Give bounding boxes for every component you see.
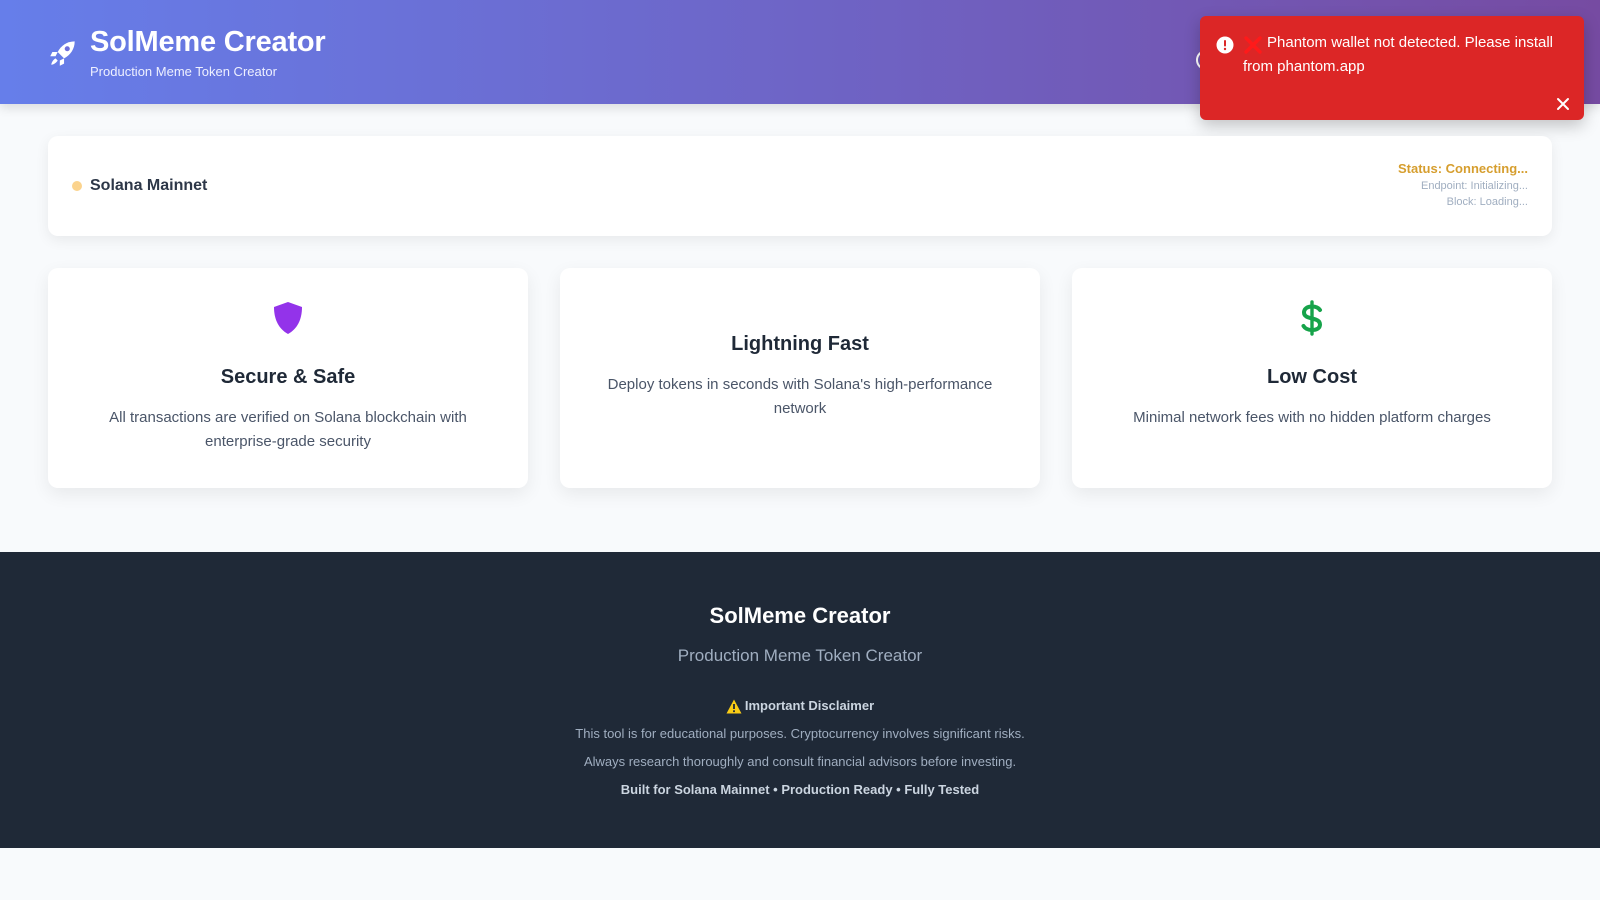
app-title: SolMeme Creator — [90, 26, 326, 58]
endpoint-text: Endpoint: Initializing... — [1420, 180, 1528, 192]
shield-icon — [274, 302, 302, 334]
app-subtitle: Production Meme Token Creator — [90, 64, 277, 79]
toast-message: Phantom wallet not detected. Please inst… — [1243, 34, 1554, 75]
footer-subtitle: Production Meme Token Creator — [677, 646, 923, 665]
warning-icon — [726, 699, 742, 713]
footer-title: SolMeme Creator — [709, 603, 891, 628]
feature-title: Lightning Fast — [731, 333, 869, 355]
feature-description: Deploy tokens in seconds with Solana's h… — [607, 376, 993, 417]
error-toast: Phantom wallet not detected. Please inst… — [1200, 16, 1584, 120]
rocket-icon — [50, 41, 75, 66]
feature-description: Minimal network fees with no hidden plat… — [1133, 409, 1491, 426]
feature-card-low-cost: Low Cost Minimal network fees with no hi… — [1072, 268, 1552, 488]
feature-title: Secure & Safe — [220, 366, 356, 388]
block-text: Block: Loading... — [1446, 196, 1528, 208]
brand[interactable]: SolMeme Creator Production Meme Token Cr… — [46, 24, 326, 81]
disclaimer-heading: Important Disclaimer — [0, 697, 1600, 715]
dollar-icon — [1301, 300, 1323, 336]
network-status: Status: Connecting... Endpoint: Initiali… — [1398, 160, 1528, 210]
alert-circle-icon — [1216, 36, 1234, 54]
disclaimer-line: This tool is for educational purposes. C… — [575, 726, 1025, 741]
feature-card-fast: Lightning Fast Deploy tokens in seconds … — [560, 268, 1040, 488]
disclaimer-title: Important Disclaimer — [744, 698, 875, 713]
page-footer: SolMeme Creator Production Meme Token Cr… — [0, 552, 1600, 848]
feature-card-secure: Secure & Safe All transactions are verif… — [48, 268, 528, 488]
status-text: Status: Connecting... — [1398, 161, 1528, 176]
disclaimer-line: Always research thoroughly and consult f… — [583, 754, 1017, 769]
built-note: Built for Solana Mainnet • Production Re… — [620, 782, 980, 797]
network-name: Solana Mainnet — [90, 177, 208, 194]
status-dot — [72, 181, 82, 191]
feature-description: All transactions are verified on Solana … — [109, 409, 467, 450]
close-icon[interactable] — [1556, 97, 1570, 111]
network-status-card: Solana Mainnet Status: Connecting... End… — [48, 136, 1552, 236]
feature-title: Low Cost — [1267, 366, 1357, 388]
